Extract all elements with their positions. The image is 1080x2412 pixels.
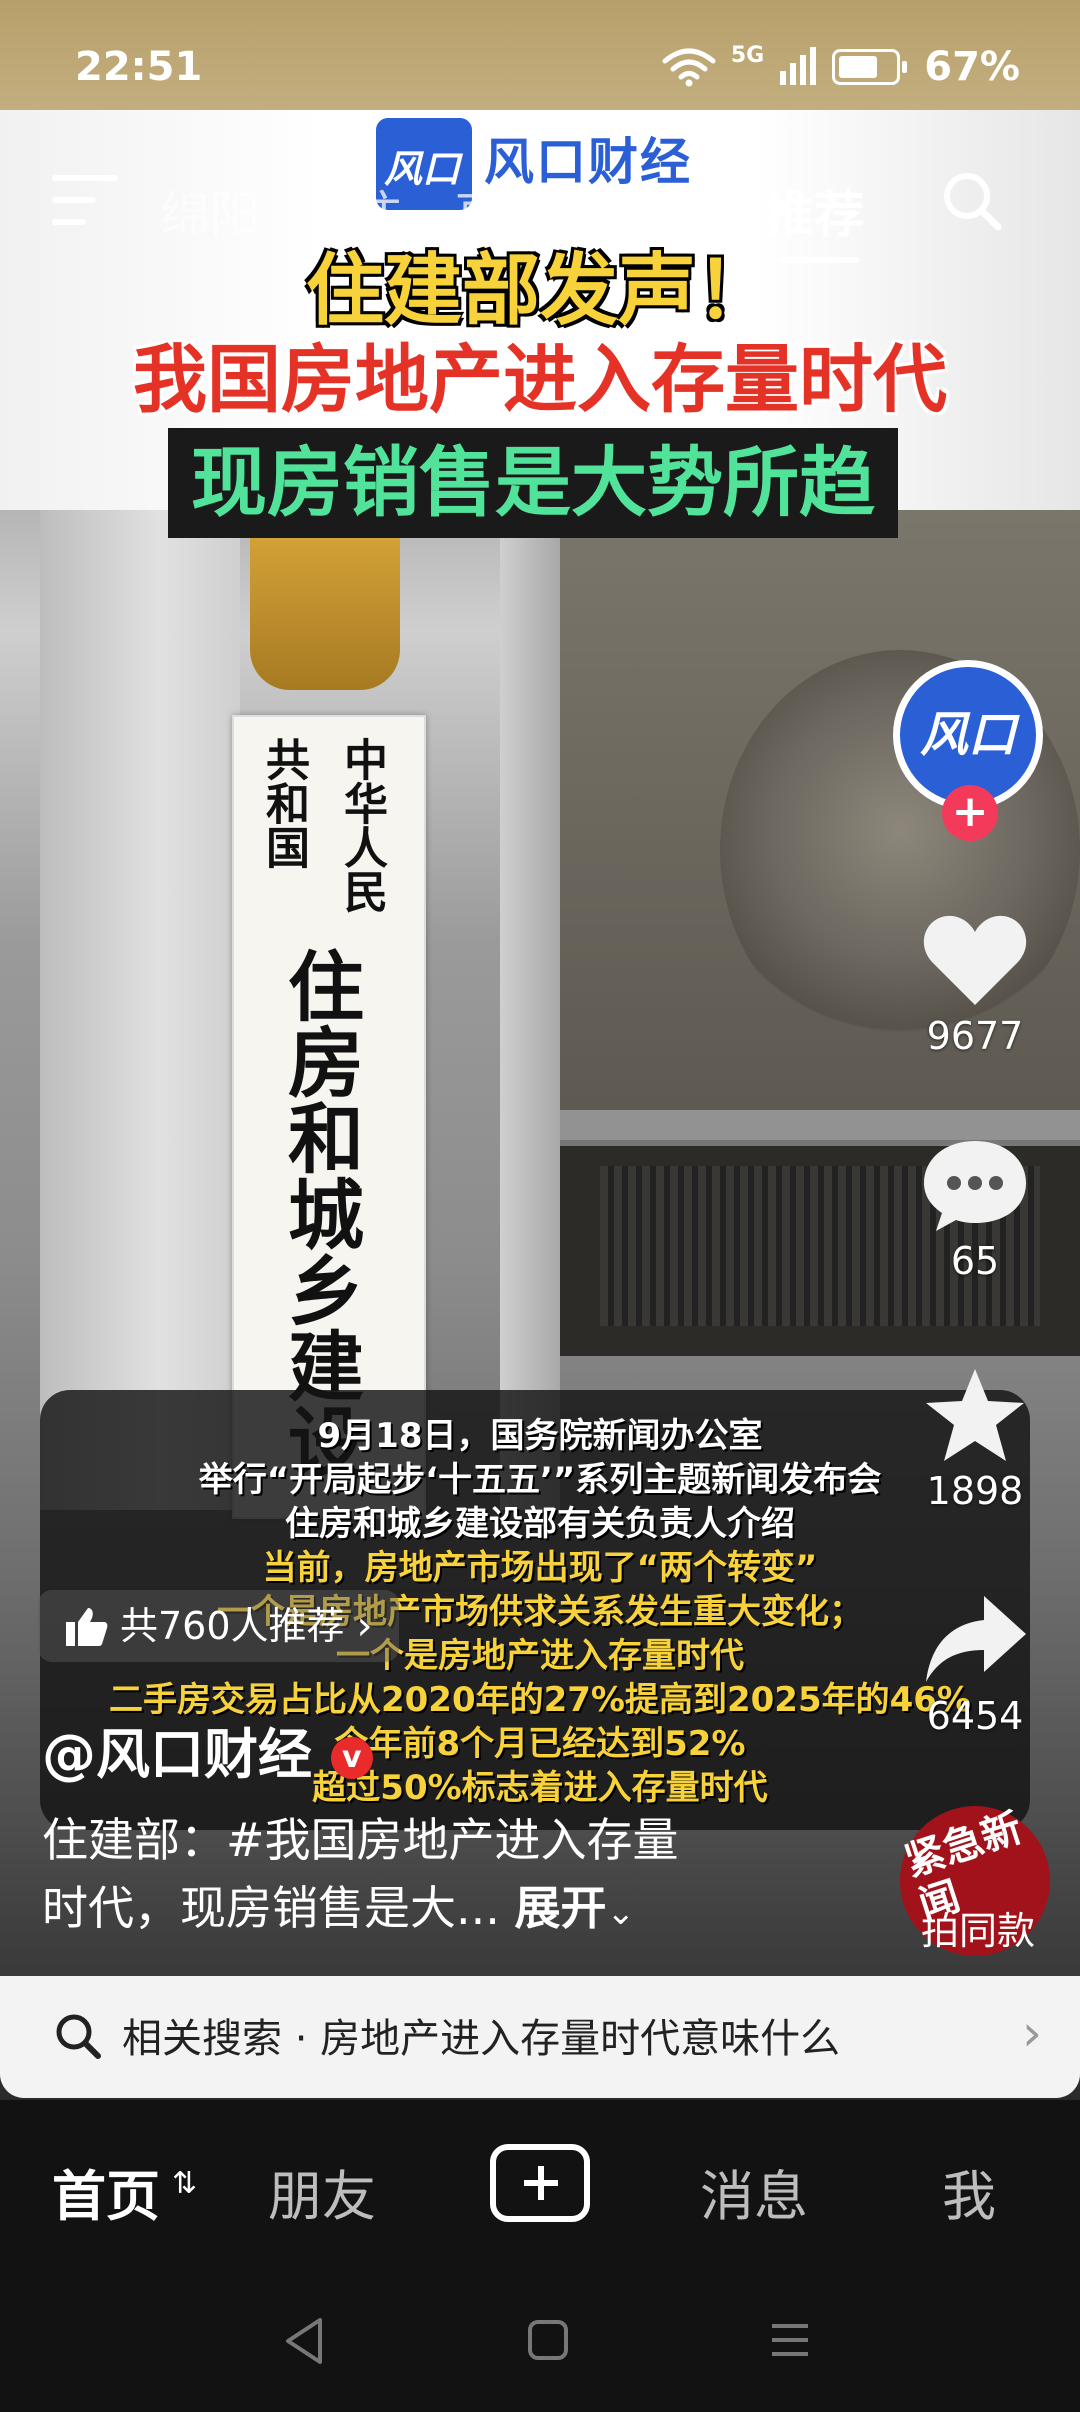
network-label: 5G <box>730 42 765 68</box>
wifi-icon <box>662 48 716 87</box>
nav-friends[interactable]: 朋友 <box>268 2152 376 2231</box>
favorite-count: 1898 <box>926 1469 1024 1513</box>
star-icon <box>926 1369 1024 1461</box>
status-bar: 22:51 5G 67% <box>0 40 1080 100</box>
sign-text-small-1: 共和国 <box>258 737 309 869</box>
chevron-right-icon: › <box>1022 2004 1042 2062</box>
recommend-pill[interactable]: 共760人推荐 › <box>38 1590 399 1662</box>
nav-messages[interactable]: 消息 <box>700 2152 808 2231</box>
video-description[interactable]: 住建部：#我国房地产进入存量 时代，现房销售是大... 展开⌄ <box>42 1806 802 1947</box>
system-navigation-bar <box>0 2270 1080 2412</box>
tab-local[interactable]: 绵阳 <box>160 175 260 247</box>
share-count: 6454 <box>926 1694 1024 1738</box>
comment-icon <box>924 1141 1026 1231</box>
battery-level: 67% <box>924 44 1020 90</box>
bottom-navigation: 首页 ⇅ 朋友 消息 我 <box>0 2100 1080 2270</box>
tab-live[interactable]: 直播 <box>454 175 554 247</box>
related-search-bar[interactable]: 相关搜索 · 房地产进入存量时代意味什么 › <box>0 1976 1080 2098</box>
share-button[interactable]: 6454 <box>890 1590 1060 1738</box>
stone-pillar <box>40 510 240 1510</box>
headline-2: 我国房地产进入存量时代 <box>133 337 947 423</box>
sign-text-small-2: 中华人民 <box>336 737 387 913</box>
related-search-text: 相关搜索 · 房地产进入存量时代意味什么 <box>122 2016 841 2062</box>
comment-button[interactable]: 65 <box>890 1135 1060 1283</box>
recommend-text: 共760人推荐 <box>120 1604 345 1648</box>
chevron-down-icon: ⌄ <box>606 1893 636 1933</box>
refresh-toggle-icon: ⇅ <box>172 2166 198 2201</box>
like-count: 9677 <box>926 1014 1024 1058</box>
search-icon[interactable] <box>940 169 1004 233</box>
description-line-2: 时代，现房销售是大... 展开⌄ <box>42 1881 636 1935</box>
thumbs-up-icon <box>66 1608 108 1646</box>
gold-emblem-top <box>250 520 400 690</box>
verified-badge-icon: v <box>330 1737 373 1780</box>
expand-button[interactable]: 展开 <box>515 1881 607 1935</box>
share-arrow-icon <box>926 1596 1026 1682</box>
chevron-right-icon: › <box>356 1603 373 1649</box>
tab-following[interactable]: 关注 <box>302 175 402 247</box>
same-template-label: 拍同款 <box>920 1909 1035 1953</box>
home-icon[interactable] <box>526 2318 570 2362</box>
follow-plus-icon[interactable]: + <box>942 785 998 841</box>
nav-home[interactable]: 首页 <box>52 2152 160 2231</box>
create-plus-button[interactable] <box>490 2144 590 2222</box>
comment-count: 65 <box>950 1239 1000 1283</box>
recents-icon[interactable] <box>768 2318 812 2362</box>
nav-me[interactable]: 我 <box>942 2152 996 2231</box>
active-tab-indicator <box>778 257 860 263</box>
tab-recommend[interactable]: 推荐 <box>764 175 864 247</box>
favorite-button[interactable]: 1898 <box>890 1365 1060 1513</box>
status-time: 22:51 <box>75 44 203 90</box>
headline-3: 现房销售是大势所趋 <box>168 428 898 538</box>
subtitle-line: 当前，房地产市场出现了“两个转变” <box>262 1548 818 1588</box>
like-button[interactable]: 9677 <box>890 910 1060 1058</box>
status-icons: 5G 67% <box>661 42 1020 90</box>
top-navigation: 绵阳 关注 直播 商城 推荐 <box>0 165 1080 263</box>
signal-icon <box>780 47 817 85</box>
back-icon[interactable] <box>282 2316 326 2366</box>
author-name[interactable]: @风口财经 v <box>42 1710 373 1789</box>
menu-icon[interactable] <box>52 175 118 227</box>
battery-icon <box>832 49 908 85</box>
description-line-1: 住建部：#我国房地产进入存量 <box>42 1813 679 1867</box>
stone-pillar-mid <box>500 510 560 1510</box>
tab-mall[interactable]: 商城 <box>610 175 710 247</box>
heart-icon <box>923 915 1027 1005</box>
search-icon <box>56 2014 101 2059</box>
